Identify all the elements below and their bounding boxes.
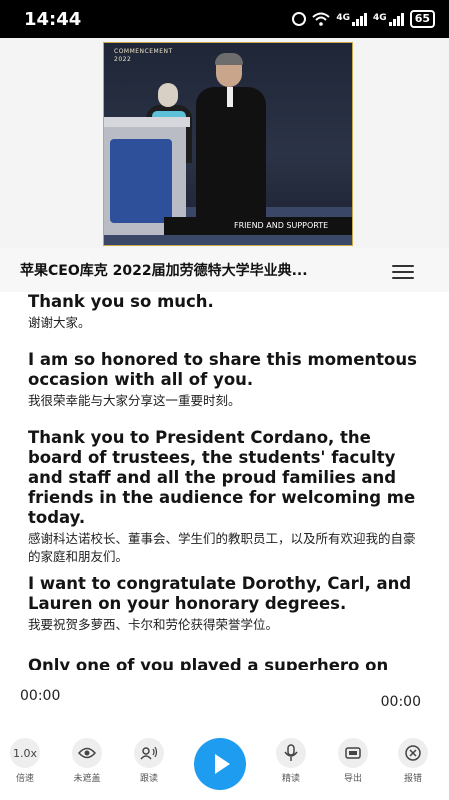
transcript-list[interactable]: Thank you so much. 谢谢大家。 I am so honored… (0, 292, 449, 670)
cover-button[interactable]: 未遮盖 (62, 738, 112, 784)
close-circle-icon (398, 738, 428, 768)
transcript-chinese: 谢谢大家。 (28, 315, 91, 330)
transcript-item[interactable]: I am so honored to share this momentous … (28, 350, 423, 410)
total-time: 00:00 (380, 694, 421, 710)
speaker-icon (134, 738, 164, 768)
transcript-item[interactable]: Thank you to President Cordano, the boar… (28, 428, 423, 566)
play-icon (215, 754, 230, 774)
signal-icon: 4G (373, 12, 404, 26)
intensive-read-label: 精读 (281, 774, 300, 784)
transcript-chinese: 我很荣幸能与大家分享这一重要时刻。 (28, 393, 241, 408)
video-area: COMMENCEMENT 2022 FRIEND AND SUPPORTE (0, 38, 449, 248)
battery-icon: 65 (409, 10, 435, 28)
status-icons: 4G 4G 65 (292, 10, 435, 28)
video-lower-banner: FRIEND AND SUPPORTE (164, 217, 352, 235)
follow-read-label: 跟读 (139, 774, 158, 784)
pdf-icon (338, 738, 368, 768)
report-error-label: 报错 (403, 774, 422, 784)
transcript-english: Thank you to President Cordano, the boar… (28, 428, 416, 527)
export-button[interactable]: 导出 (328, 738, 378, 784)
speed-label: 倍速 (15, 774, 34, 784)
video-overlay-caption: COMMENCEMENT 2022 (114, 48, 173, 63)
transcript-chinese: 感谢科达诺校长、董事会、学生们的教职员工，以及所有欢迎我的自豪的家庭和朋友们。 (28, 531, 416, 564)
transcript-english: I am so honored to share this momentous … (28, 350, 417, 389)
intensive-read-button[interactable]: 精读 (266, 738, 316, 784)
report-error-button[interactable]: 报错 (388, 738, 438, 784)
status-bar: 14:44 4G 4G 65 (0, 0, 449, 38)
transcript-english: Thank you so much. (28, 292, 214, 311)
transcript-english: Only one of you played a superhero on (28, 656, 389, 670)
page-title: 苹果CEO库克 2022届加劳德特大学毕业典... (20, 263, 308, 279)
wifi-icon (312, 12, 331, 26)
transcript-item[interactable]: I want to congratulate Dorothy, Carl, an… (28, 574, 423, 634)
cover-label: 未遮盖 (73, 774, 101, 784)
transcript-english: I want to congratulate Dorothy, Carl, an… (28, 574, 412, 613)
alarm-icon (292, 12, 307, 26)
title-bar: 苹果CEO库克 2022届加劳德特大学毕业典... (0, 248, 449, 292)
speed-icon: 1.0x (10, 738, 40, 768)
menu-icon[interactable] (392, 265, 414, 279)
follow-read-button[interactable]: 跟读 (124, 738, 174, 784)
export-label: 导出 (343, 774, 362, 784)
playback-time-row: 00:00 00:00 (0, 672, 449, 732)
eye-icon (72, 738, 102, 768)
bottom-toolbar: 1.0x 倍速 未遮盖 跟读 精读 导出 报错 (0, 732, 449, 800)
transcript-chinese: 我要祝贺多萝西、卡尔和劳伦获得荣誉学位。 (28, 617, 279, 632)
transcript-item[interactable]: Thank you so much. 谢谢大家。 (28, 292, 423, 332)
transcript-item[interactable]: Only one of you played a superhero on (28, 656, 423, 670)
microphone-icon (276, 738, 306, 768)
current-time: 00:00 (20, 688, 61, 704)
status-time: 14:44 (24, 9, 82, 30)
video-player[interactable]: COMMENCEMENT 2022 FRIEND AND SUPPORTE (103, 42, 353, 246)
video-speaker (196, 53, 266, 227)
speed-button[interactable]: 1.0x 倍速 (0, 738, 50, 784)
play-button[interactable] (194, 738, 246, 790)
signal-icon: 4G (336, 12, 368, 26)
